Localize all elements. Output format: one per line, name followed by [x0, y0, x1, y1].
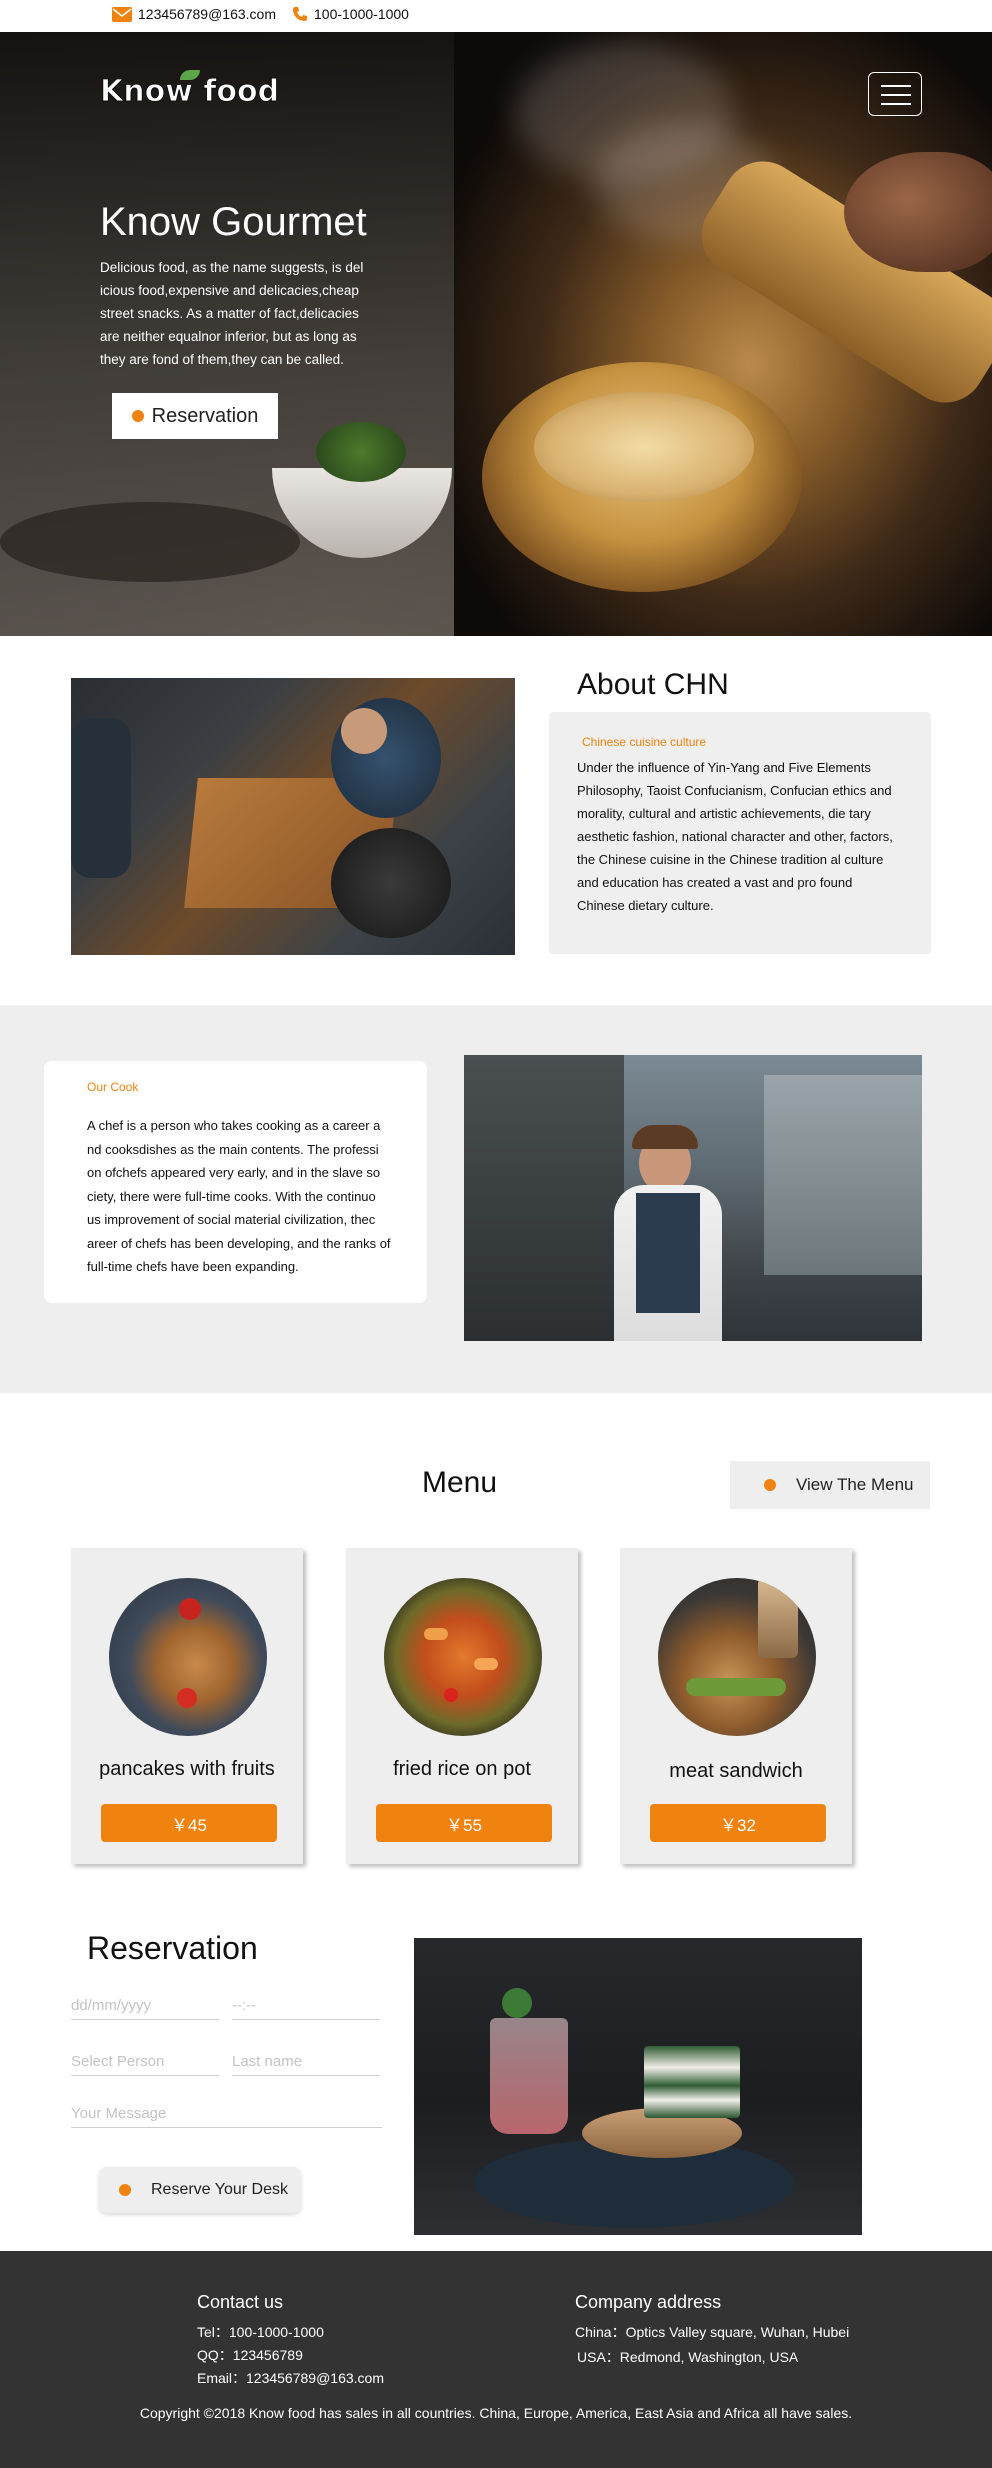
cook-text: A chef is a person who takes cooking as …	[87, 1118, 391, 1274]
menu-item-price-button[interactable]: ￥32	[650, 1804, 826, 1842]
footer-address-china: China：Optics Valley square, Wuhan, Hubei	[575, 2324, 850, 2340]
menu-item-name: fried rice on pot	[393, 1758, 531, 1780]
about-subtitle: Chinese cuisine culture	[582, 735, 707, 749]
dessert-drink-photo	[414, 1938, 862, 2235]
topbar-email[interactable]: 123456789@163.com	[112, 6, 276, 22]
footer-qq: QQ：123456789	[197, 2347, 303, 2363]
last-name-input[interactable]	[232, 2048, 380, 2076]
footer-copyright: Copyright ©2018 Know food has sales in a…	[139, 2405, 853, 2421]
menu-item-name: meat sandwich	[669, 1760, 803, 1782]
footer-address-title: Company address	[575, 2292, 722, 2312]
hamburger-menu-icon[interactable]	[868, 72, 922, 116]
footer-contact-title: Contact us	[197, 2292, 284, 2312]
fried-rice-photo	[384, 1578, 542, 1736]
view-menu-button[interactable]: View The Menu	[730, 1461, 930, 1509]
reservation-title: Reservation	[87, 1930, 258, 1966]
menu-card[interactable]: pancakes with fruits ￥45	[71, 1548, 303, 1864]
orange-dot-icon	[119, 2184, 131, 2196]
chef-photo	[464, 1055, 922, 1341]
topbar-email-text: 123456789@163.com	[138, 6, 276, 22]
date-input[interactable]	[71, 1992, 219, 2020]
hero-title: Know Gourmet	[100, 200, 367, 244]
menu-item-name: pancakes with fruits	[99, 1758, 275, 1780]
phone-icon	[293, 7, 307, 21]
hero-description: Delicious food, as the name suggests, is…	[100, 260, 364, 367]
topbar-phone-text: 100-1000-1000	[314, 6, 409, 22]
reserve-desk-label: Reserve Your Desk	[151, 2181, 288, 2198]
about-title: About CHN	[577, 668, 729, 701]
contact-bar: 123456789@163.com 100-1000-1000	[0, 0, 992, 32]
menu-card[interactable]: fried rice on pot ￥55	[346, 1548, 578, 1864]
hero-reservation-label: Reservation	[151, 404, 259, 427]
hero-dumpling-photo	[454, 32, 992, 636]
reserve-desk-button[interactable]: Reserve Your Desk	[99, 2167, 301, 2213]
menu-item-price-button[interactable]: ￥55	[376, 1804, 552, 1842]
view-menu-label: View The Menu	[796, 1475, 914, 1494]
person-select[interactable]	[71, 2048, 219, 2076]
menu-title: Menu	[422, 1466, 498, 1499]
pancakes-photo	[109, 1578, 267, 1736]
hero-reservation-button[interactable]: Reservation	[112, 393, 278, 439]
footer-tel: Tel：100-1000-1000	[197, 2324, 324, 2340]
orange-dot-icon	[131, 410, 144, 422]
message-input[interactable]	[71, 2100, 382, 2128]
time-input[interactable]	[232, 1992, 380, 2020]
hero-banner: Know food Know Gourmet Delicious food, a…	[0, 32, 992, 636]
cook-subtitle: Our Cook	[87, 1080, 139, 1094]
sandwich-photo	[658, 1578, 816, 1736]
footer-email[interactable]: Email：123456789@163.com	[197, 2368, 384, 2388]
topbar-phone[interactable]: 100-1000-1000	[292, 6, 409, 22]
footer: Contact us Tel：100-1000-1000 QQ：12345678…	[0, 2251, 992, 2468]
orange-dot-icon	[764, 1479, 776, 1491]
footer-address-usa: USA：Redmond, Washington, USA	[577, 2349, 799, 2365]
menu-item-price-button[interactable]: ￥45	[101, 1804, 277, 1842]
menu-card[interactable]: meat sandwich ￥32	[620, 1548, 852, 1864]
about-text: Under the influence of Yin-Yang and Five…	[577, 760, 893, 913]
envelope-icon	[112, 6, 132, 22]
about-restaurant-photo	[71, 678, 515, 955]
